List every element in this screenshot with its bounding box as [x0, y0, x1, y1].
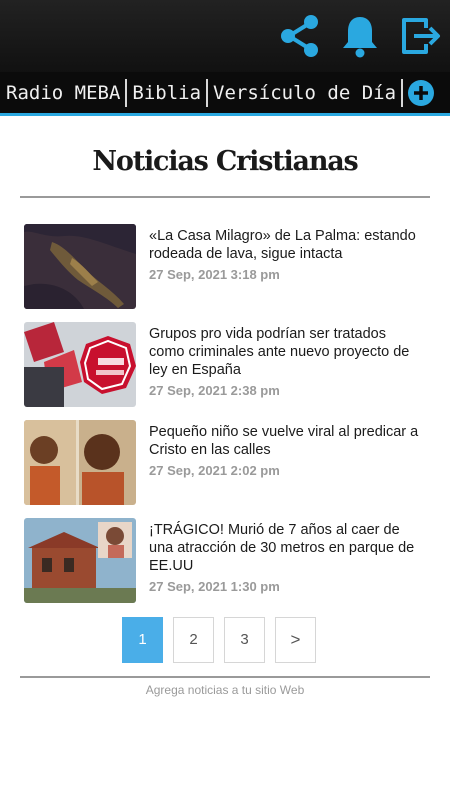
- nav-item-radio[interactable]: Radio MEBA: [0, 78, 128, 107]
- next-page-button[interactable]: >: [275, 617, 316, 663]
- nav-item-versiculo[interactable]: Versículo de Día: [208, 78, 404, 107]
- news-item[interactable]: Grupos pro vida podrían ser tratados com…: [24, 322, 430, 420]
- news-date: 27 Sep, 2021 2:02 pm: [149, 463, 280, 478]
- news-thumbnail-protest: [24, 322, 136, 407]
- share-icon[interactable]: [276, 12, 324, 60]
- nav-bar: Radio MEBA Biblia Versículo de Día: [0, 72, 450, 116]
- news-title[interactable]: ¡TRÁGICO! Murió de 7 años al caer de una…: [149, 521, 424, 575]
- page-button-1[interactable]: 1: [122, 617, 163, 663]
- title-divider: [20, 196, 430, 198]
- news-date: 27 Sep, 2021 2:38 pm: [149, 383, 280, 398]
- news-item[interactable]: ¡TRÁGICO! Murió de 7 años al caer de una…: [24, 518, 430, 616]
- news-date: 27 Sep, 2021 1:30 pm: [149, 579, 280, 594]
- app-header: [0, 0, 450, 72]
- plus-circle-icon[interactable]: [408, 79, 435, 106]
- pagination: 1 2 3 >: [122, 617, 326, 663]
- news-title[interactable]: «La Casa Milagro» de La Palma: estando r…: [149, 227, 424, 263]
- add-news-link[interactable]: Agrega noticias a tu sitio Web: [0, 683, 450, 697]
- page-button-2[interactable]: 2: [173, 617, 214, 663]
- page-title: Noticias Cristianas: [92, 146, 358, 177]
- exit-icon[interactable]: [396, 12, 444, 60]
- page-button-3[interactable]: 3: [224, 617, 265, 663]
- news-item[interactable]: «La Casa Milagro» de La Palma: estando r…: [24, 224, 430, 322]
- news-thumbnail-volcano: [24, 224, 136, 309]
- news-title[interactable]: Grupos pro vida podrían ser tratados com…: [149, 325, 424, 379]
- news-list: «La Casa Milagro» de La Palma: estando r…: [24, 224, 430, 616]
- news-date: 27 Sep, 2021 3:18 pm: [149, 267, 280, 282]
- news-item[interactable]: Pequeño niño se vuelve viral al predicar…: [24, 420, 430, 518]
- news-thumbnail-child: [24, 420, 136, 505]
- bell-icon[interactable]: [336, 12, 384, 60]
- footer-divider: [20, 676, 430, 678]
- news-title[interactable]: Pequeño niño se vuelve viral al predicar…: [149, 423, 424, 459]
- news-thumbnail-ride: [24, 518, 136, 603]
- nav-item-biblia[interactable]: Biblia: [127, 78, 209, 107]
